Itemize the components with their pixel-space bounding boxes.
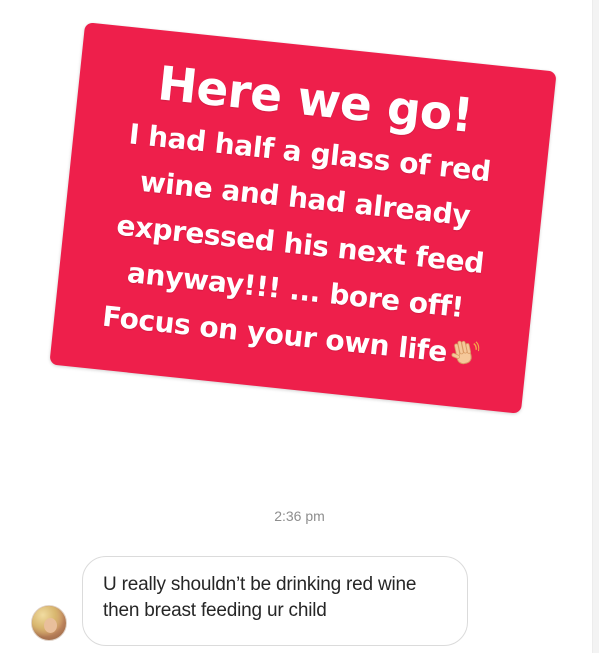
waving-hand-icon (448, 335, 481, 368)
message-text: U really shouldn’t be drinking red wine … (103, 574, 417, 621)
message-timestamp: 2:36 pm (274, 508, 325, 524)
dm-thread: Here we go! I had half a glass of red wi… (0, 0, 599, 653)
sender-avatar[interactable] (31, 605, 67, 641)
message-bubble[interactable]: U really shouldn’t be drinking red wine … (82, 556, 468, 646)
shared-story-card[interactable]: Here we go! I had half a glass of red wi… (49, 22, 557, 414)
avatar-face (44, 618, 57, 633)
scrollbar-track[interactable] (592, 0, 599, 653)
